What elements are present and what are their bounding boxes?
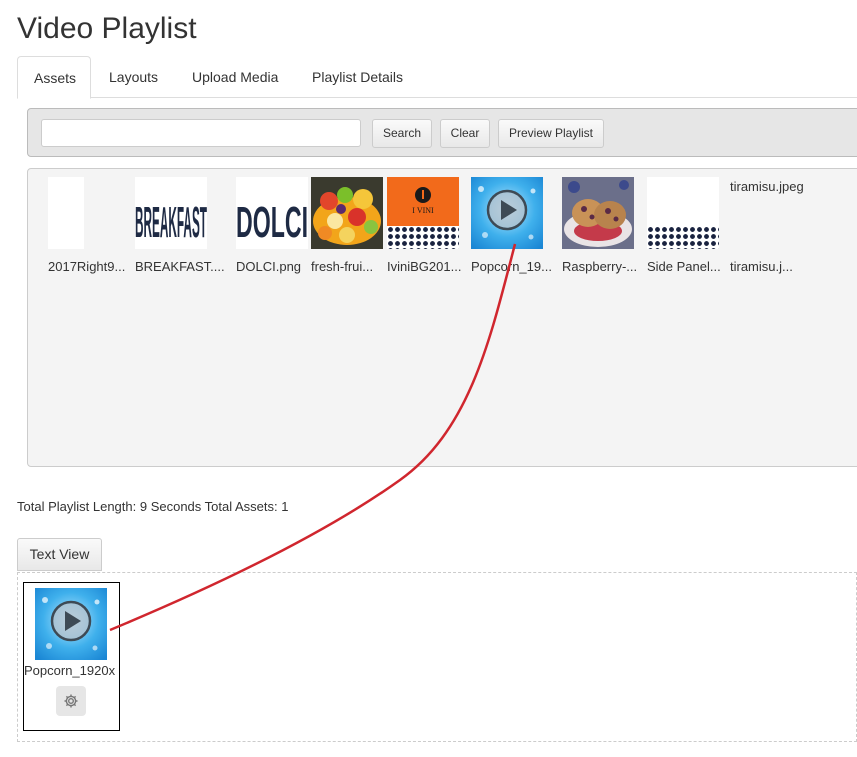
search-button[interactable]: Search xyxy=(372,119,432,148)
asset-item[interactable]: Raspberry-... xyxy=(562,177,646,277)
text-view-button[interactable]: Text View xyxy=(17,538,102,571)
gear-icon xyxy=(64,694,78,708)
search-input[interactable] xyxy=(41,119,361,147)
tab-bar: Assets Layouts Upload Media Playlist Det… xyxy=(17,56,857,99)
breakfast-thumb-text: BREAKFAST xyxy=(135,198,207,247)
asset-label: Popcorn_19... xyxy=(471,259,552,274)
side-panel-image-thumb xyxy=(647,177,719,249)
playlist-item-label: Popcorn_1920x xyxy=(24,663,116,678)
tab-layouts[interactable]: Layouts xyxy=(93,56,174,98)
tab-playlist-details[interactable]: Playlist Details xyxy=(296,56,419,98)
asset-item[interactable]: I VINI IviniBG201... xyxy=(387,177,469,277)
asset-label: fresh-frui... xyxy=(311,259,374,274)
missing-image-alt-text: tiramisu.jpeg xyxy=(730,179,804,194)
asset-label: Raspberry-... xyxy=(562,259,638,274)
blank-image-thumb xyxy=(48,177,84,249)
asset-label: IviniBG201... xyxy=(387,259,462,274)
asset-label: 2017Right9... xyxy=(48,259,126,274)
playlist-drop-area[interactable]: Popcorn_1920x xyxy=(17,572,857,742)
asset-item[interactable]: BREAKFAST BREAKFAST.... xyxy=(135,177,231,277)
asset-label: DOLCI.png xyxy=(236,259,302,274)
raspberry-scone-image-thumb xyxy=(562,177,634,249)
asset-label: BREAKFAST.... xyxy=(135,259,225,274)
asset-item[interactable]: fresh-frui... xyxy=(311,177,387,277)
clear-button[interactable]: Clear xyxy=(440,119,490,148)
page-title: Video Playlist xyxy=(17,12,197,45)
search-toolbar: Search Clear Preview Playlist xyxy=(27,108,857,157)
preview-playlist-button[interactable]: Preview Playlist xyxy=(498,119,604,148)
playlist-summary: Total Playlist Length: 9 Seconds Total A… xyxy=(17,499,289,514)
breakfast-text-image-thumb: BREAKFAST xyxy=(135,177,207,249)
fruit-bowl-image-thumb xyxy=(311,177,383,249)
ivini-thumb-text: I VINI xyxy=(412,206,434,215)
asset-item[interactable]: DOLCI DOLCI.png xyxy=(236,177,310,277)
assets-panel: 2017Right9... BREAKFAST BREAKFAST.... DO… xyxy=(27,168,857,467)
asset-label: Side Panel... xyxy=(647,259,721,274)
asset-item[interactable]: 2017Right9... xyxy=(48,177,134,277)
asset-label: tiramisu.j... xyxy=(730,259,793,274)
dolci-thumb-text: DOLCI xyxy=(236,198,308,247)
video-play-thumb xyxy=(35,588,107,660)
tab-assets[interactable]: Assets xyxy=(17,56,91,99)
playlist-item[interactable]: Popcorn_1920x xyxy=(23,582,120,731)
item-settings-button[interactable] xyxy=(56,686,86,716)
ivini-logo-image-thumb: I VINI xyxy=(387,177,459,249)
asset-item[interactable]: Popcorn_19... xyxy=(471,177,561,277)
video-play-thumb xyxy=(471,177,543,249)
asset-item[interactable]: Side Panel... xyxy=(647,177,729,277)
dolci-text-image-thumb: DOLCI xyxy=(236,177,308,249)
tab-upload-media[interactable]: Upload Media xyxy=(176,56,294,98)
